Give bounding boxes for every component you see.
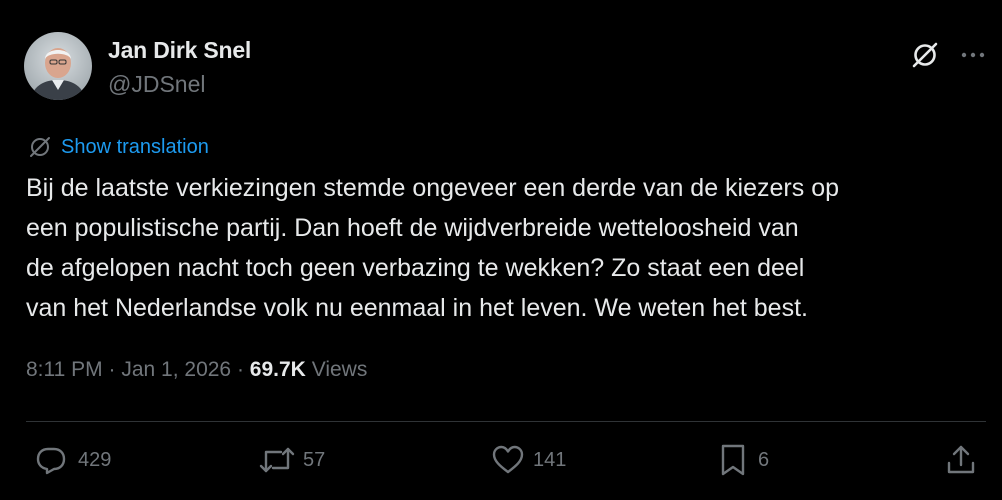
author-handle[interactable]: @JDSnel <box>108 71 206 98</box>
reply-count: 429 <box>78 448 112 471</box>
avatar-image <box>24 32 92 100</box>
repost-button[interactable]: 57 <box>257 442 325 478</box>
reply-button[interactable]: 429 <box>34 442 111 478</box>
like-button[interactable]: 141 <box>491 442 566 478</box>
tweet-date[interactable]: Jan 1, 2026 <box>121 358 231 381</box>
bookmark-count: 6 <box>758 448 770 471</box>
tweet-time[interactable]: 8:11 PM <box>26 358 103 381</box>
reply-icon <box>36 447 66 475</box>
show-translation-button[interactable]: Show translation <box>28 133 209 161</box>
like-count: 141 <box>533 448 567 471</box>
views-count[interactable]: 69.7K <box>250 358 306 381</box>
grok-button[interactable] <box>906 36 944 74</box>
views-label: Views <box>311 358 368 381</box>
tweet-meta: 8:11 PM · Jan 1, 2026 · 69.7K Views <box>26 358 367 382</box>
tweet-text-line: de afgelopen nacht toch geen verbazing t… <box>26 254 805 282</box>
divider <box>26 421 986 422</box>
more-options-button[interactable] <box>954 36 992 74</box>
tweet-text-line: Bij de laatste verkiezingen stemde ongev… <box>26 174 840 202</box>
bookmark-button[interactable]: 6 <box>718 442 769 478</box>
tweet-text-line: een populistische partij. Dan hoeft de w… <box>26 214 799 242</box>
tweet-text: Bij de laatste verkiezingen stemde ongev… <box>26 168 976 328</box>
share-button[interactable] <box>944 442 978 478</box>
share-icon <box>947 445 975 474</box>
meta-separator: · <box>236 358 244 381</box>
ellipsis-icon <box>961 52 985 58</box>
tweet-text-line: van het Nederlandse volk nu eenmaal in h… <box>26 294 808 322</box>
avatar[interactable] <box>24 32 92 100</box>
repost-count: 57 <box>303 448 326 471</box>
translate-globe-icon <box>30 137 50 157</box>
heart-icon <box>492 445 524 474</box>
repost-icon <box>259 447 295 473</box>
slash-circle-icon <box>912 42 938 68</box>
meta-separator: · <box>108 358 116 381</box>
bookmark-icon <box>721 444 745 476</box>
author-display-name[interactable]: Jan Dirk Snel <box>108 37 251 64</box>
show-translation-label: Show translation <box>61 135 209 158</box>
